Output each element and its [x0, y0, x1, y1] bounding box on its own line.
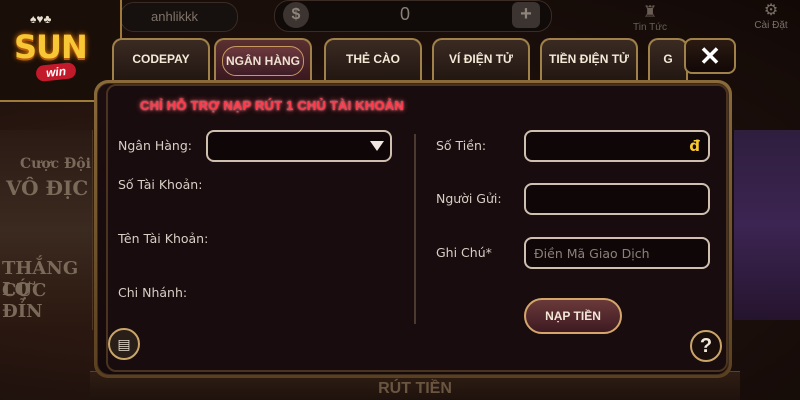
history-button[interactable]: ▤ — [108, 328, 140, 360]
note-field[interactable] — [524, 237, 710, 269]
account-number-label: Số Tài Khoản: — [118, 177, 203, 192]
notice-text: CHỈ HỖ TRỢ NẠP RÚT 1 CHỦ TÀI KHOẢN — [140, 98, 404, 113]
close-icon: ✕ — [699, 41, 721, 71]
logo-subtext: win — [35, 61, 77, 83]
tab-codepay[interactable]: CODEPAY — [112, 38, 210, 80]
tab-more[interactable]: G — [648, 38, 688, 80]
promo-banner-left[interactable]: Cược Đội VÔ ĐỊC THẮNG LỚ CỰC ĐỈN — [0, 130, 93, 330]
gear-icon: ⚙ — [763, 2, 779, 19]
account-name-label: Tên Tài Khoản: — [118, 231, 209, 246]
coin-icon: $ — [283, 2, 309, 28]
amount-field[interactable]: đ — [524, 130, 710, 162]
promo-banner-right[interactable] — [734, 130, 800, 320]
currency-symbol: đ — [689, 137, 700, 155]
tab-ngan-hang[interactable]: NGÂN HÀNG — [214, 38, 312, 80]
news-button[interactable]: ♜ Tin Tức — [620, 0, 680, 34]
form-panel — [106, 84, 728, 372]
bank-label: Ngân Hàng: — [118, 138, 192, 153]
amount-label: Số Tiền: — [436, 138, 487, 153]
logo-text: SUN — [14, 28, 88, 66]
tab-label: TIỀN ĐIỆN TỬ — [549, 52, 629, 66]
add-funds-button[interactable]: + — [512, 2, 540, 28]
sender-input[interactable] — [526, 185, 708, 213]
balance-value: 0 — [400, 4, 411, 24]
promo-text: Cược Đội — [20, 156, 91, 172]
sender-label: Người Gửi: — [436, 191, 502, 206]
bank-select[interactable] — [206, 130, 392, 162]
news-icon: ♜ — [642, 4, 658, 21]
settings-label: Cài Đặt — [754, 20, 788, 31]
tab-label: THẺ CÀO — [346, 52, 400, 66]
username-display: anhlikkk — [120, 2, 238, 32]
amount-input[interactable] — [526, 132, 708, 160]
branch-label: Chi Nhánh: — [118, 285, 188, 300]
column-divider — [414, 134, 416, 324]
tab-the-cao[interactable]: THẺ CÀO — [324, 38, 422, 80]
bottom-bar-text: RÚT TIỀN — [378, 380, 452, 397]
tab-label: NGÂN HÀNG — [222, 46, 304, 76]
close-button[interactable]: ✕ — [684, 38, 736, 74]
history-icon: ▤ — [117, 336, 131, 352]
deposit-button[interactable]: NẠP TIỀN — [524, 298, 622, 334]
tab-label: CODEPAY — [132, 52, 190, 66]
tab-tien-dien-tu[interactable]: TIỀN ĐIỆN TỬ — [540, 38, 638, 80]
news-label: Tin Tức — [633, 22, 667, 33]
sender-field[interactable] — [524, 183, 710, 215]
chevron-down-icon — [370, 141, 384, 151]
tab-vi-dien-tu[interactable]: VÍ ĐIỆN TỬ — [432, 38, 530, 80]
tab-label: VÍ ĐIỆN TỬ — [449, 52, 513, 66]
settings-button[interactable]: ⚙ Cài Đặt — [742, 0, 800, 34]
help-button[interactable]: ? — [690, 330, 722, 362]
note-label: Ghi Chú* — [436, 245, 492, 260]
tab-label: G — [663, 52, 673, 66]
help-icon: ? — [699, 335, 713, 357]
promo-text: VÔ ĐỊC — [6, 176, 89, 200]
promo-text: CỰC ĐỈN — [2, 280, 47, 322]
plus-icon: + — [520, 3, 532, 25]
balance-box — [274, 0, 552, 32]
note-input[interactable] — [526, 239, 708, 267]
